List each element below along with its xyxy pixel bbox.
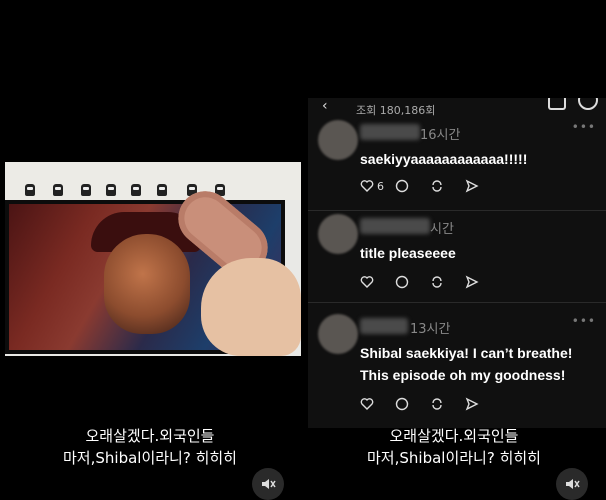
more-icon[interactable]: ••• [572, 314, 596, 328]
repost-button[interactable] [430, 394, 465, 414]
menu-circle-icon[interactable] [578, 98, 598, 110]
share-icon [465, 179, 479, 193]
repost-icon [432, 276, 442, 288]
heart-icon [360, 180, 374, 192]
share-icon [465, 275, 479, 289]
wall-shelf [5, 162, 301, 200]
figurine-icon [53, 184, 63, 196]
share-button[interactable] [465, 394, 500, 414]
comment-line-1: Shibal saekkiya! I can’t breathe! [360, 345, 573, 361]
reply-button[interactable] [395, 272, 430, 292]
like-button[interactable]: 6 [360, 176, 395, 196]
username-blurred [360, 124, 420, 140]
comment-item: 시간 title pleaseeee [308, 210, 606, 303]
video-caption: 오래살겠다.외국인들 마저,Shibal이라니? 히히히 [304, 425, 604, 469]
repost-icon [432, 180, 442, 192]
comment-time: 16시간 [420, 128, 461, 143]
figurine-icon [106, 184, 116, 196]
comment-actions [360, 394, 500, 414]
video-frame[interactable] [5, 162, 301, 356]
figurine-icon [131, 184, 141, 196]
comment-line-2: This episode oh my goodness! [360, 367, 566, 383]
caption-line-2: 마저,Shibal이라니? 히히히 [63, 449, 237, 467]
right-video-panel: ‹ 조회 180,186회 16시간 ••• saekiyyaaaaaaaaaa… [304, 0, 606, 500]
comment-actions: 6 [360, 176, 500, 196]
comment-icon [395, 179, 409, 193]
mute-icon [566, 479, 580, 489]
video-caption: 오래살겠다.외국인들 마저,Shibal이라니? 히히히 [0, 425, 300, 469]
comments-screenshot[interactable]: ‹ 조회 180,186회 16시간 ••• saekiyyaaaaaaaaaa… [308, 98, 606, 428]
reply-button[interactable] [395, 176, 430, 196]
like-count: 6 [377, 179, 384, 193]
bell-icon[interactable] [548, 98, 566, 110]
comment-time: 13시간 [410, 322, 451, 337]
comment-icon [395, 397, 409, 411]
username-blurred [360, 318, 408, 334]
mute-icon [262, 479, 276, 489]
avatar[interactable] [318, 214, 358, 254]
comment-item: 16시간 ••• saekiyyaaaaaaaaaaaa!!!!! 6 [308, 116, 606, 211]
username-blurred [360, 218, 430, 234]
figurine-icon [25, 184, 35, 196]
mute-button[interactable] [252, 468, 284, 500]
left-video-panel: 오래살겠다.외국인들 마저,Shibal이라니? 히히히 [0, 0, 304, 500]
repost-button[interactable] [430, 272, 465, 292]
avatar[interactable] [318, 120, 358, 160]
figurine-icon [157, 184, 167, 196]
caption-line-2: 마저,Shibal이라니? 히히히 [367, 449, 541, 467]
repost-button[interactable] [430, 176, 465, 196]
caption-line-1: 오래살겠다.외국인들 [85, 427, 215, 445]
comment-text: Shibal saekkiya! I can’t breathe! This e… [360, 342, 572, 386]
comment-text: title pleaseeee [360, 245, 456, 261]
figurine-icon [81, 184, 91, 196]
more-icon[interactable]: ••• [572, 120, 596, 134]
comment-icon [395, 275, 409, 289]
share-button[interactable] [465, 176, 500, 196]
share-icon [465, 397, 479, 411]
comment-actions [360, 272, 500, 292]
caption-line-1: 오래살겠다.외국인들 [389, 427, 519, 445]
reply-button[interactable] [395, 394, 430, 414]
avatar[interactable] [318, 314, 358, 354]
back-icon[interactable]: ‹ [322, 98, 328, 114]
like-button[interactable] [360, 272, 395, 292]
comment-text: saekiyyaaaaaaaaaaaa!!!!! [360, 151, 528, 167]
heart-icon [360, 276, 374, 288]
hand-shape [201, 258, 301, 356]
heart-icon [360, 398, 374, 410]
share-button[interactable] [465, 272, 500, 292]
comment-time: 시간 [430, 222, 454, 237]
like-button[interactable] [360, 394, 395, 414]
mute-button[interactable] [556, 468, 588, 500]
face-shape [104, 234, 190, 334]
comment-item: 13시간 ••• Shibal saekkiya! I can’t breath… [308, 310, 606, 428]
repost-icon [432, 398, 442, 410]
